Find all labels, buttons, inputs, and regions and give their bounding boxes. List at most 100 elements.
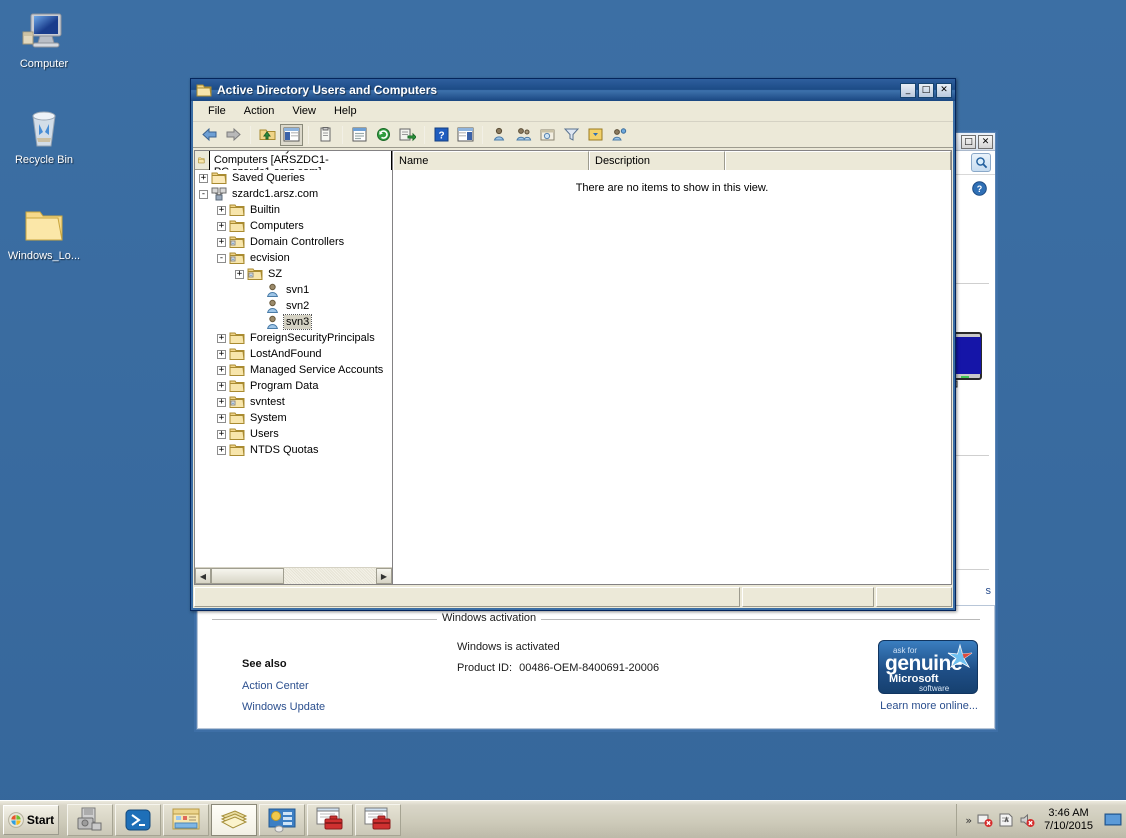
clock-time: 3:46 AM	[1048, 807, 1089, 819]
expand-icon[interactable]: +	[235, 269, 244, 279]
tree-node-saved-queries[interactable]: + Saved Queries	[195, 170, 392, 186]
tree-node-svn3[interactable]: svn3	[195, 314, 392, 330]
show-hide-console-tree-icon[interactable]	[280, 123, 303, 146]
active-directory-window[interactable]: Active Directory Users and Computers _ □…	[190, 78, 956, 611]
link-action-center[interactable]: Action Center	[242, 680, 309, 692]
show-hide-action-pane-icon[interactable]	[454, 124, 477, 146]
scroll-track[interactable]	[211, 568, 376, 584]
minimize-button[interactable]: _	[900, 82, 916, 98]
filter-icon[interactable]	[560, 124, 583, 146]
task-server-manager[interactable]	[67, 803, 113, 836]
tree-node-label: Saved Queries	[232, 172, 305, 184]
tree-node-svn2[interactable]: svn2	[195, 298, 392, 314]
tree-node-szardc1-arsz-com[interactable]: - szardc1.arsz.com	[195, 186, 392, 202]
root-folder-icon	[198, 157, 205, 163]
link-learn-more-online[interactable]: Learn more online...	[880, 700, 978, 712]
tree-node-lostandfound[interactable]: + LostAndFound	[195, 346, 392, 362]
background-close-button[interactable]: ✕	[978, 134, 993, 149]
scroll-right-arrow[interactable]: ▶	[376, 568, 392, 584]
task-control-panel-system[interactable]	[259, 803, 305, 836]
desktop-icon-computer[interactable]: Computer	[2, 8, 86, 71]
background-maximize-button[interactable]: □	[961, 134, 976, 149]
clock[interactable]: 3:46 AM 7/10/2015	[1040, 807, 1097, 833]
expand-icon[interactable]: +	[217, 381, 226, 391]
scroll-thumb[interactable]	[211, 568, 284, 584]
refresh-icon[interactable]	[372, 124, 395, 146]
tree-node-ntds-quotas[interactable]: + NTDS Quotas	[195, 442, 392, 458]
show-desktop-button[interactable]	[1104, 809, 1122, 831]
tree-node-users[interactable]: + Users	[195, 426, 392, 442]
new-user-icon[interactable]	[512, 124, 535, 146]
folder-icon	[229, 443, 245, 457]
task-admin-tools-1[interactable]	[307, 803, 353, 836]
tray-overflow-chevron[interactable]: »	[965, 814, 972, 827]
task-windows-explorer[interactable]	[163, 803, 209, 836]
control-panel-icon	[268, 808, 296, 832]
help-icon[interactable]: ?	[972, 180, 987, 196]
tree-node-system[interactable]: + System	[195, 410, 392, 426]
maximize-button[interactable]: □	[918, 82, 934, 98]
column-header-extra[interactable]	[725, 151, 951, 170]
close-button[interactable]: ✕	[936, 82, 952, 98]
new-contact-icon[interactable]	[584, 124, 607, 146]
collapse-icon[interactable]: -	[217, 253, 226, 263]
collapse-icon[interactable]: -	[199, 189, 208, 199]
properties-icon[interactable]	[348, 124, 371, 146]
tree-node-svntest[interactable]: + svntest	[195, 394, 392, 410]
expand-icon[interactable]: +	[217, 429, 226, 439]
find-user-icon[interactable]	[488, 124, 511, 146]
expand-icon[interactable]: +	[217, 237, 226, 247]
tree-node-sz[interactable]: + SZ	[195, 266, 392, 282]
forward-icon[interactable]	[222, 124, 245, 146]
console-tree-pane[interactable]: Active Directory Users and Computers [AR…	[194, 150, 392, 585]
tree-node-svn1[interactable]: svn1	[195, 282, 392, 298]
export-list-icon[interactable]	[396, 124, 419, 146]
expand-icon[interactable]: +	[199, 173, 208, 183]
tree-node-managed-service-accounts[interactable]: + Managed Service Accounts	[195, 362, 392, 378]
menu-help[interactable]: Help	[325, 103, 366, 119]
expand-icon[interactable]: +	[217, 445, 226, 455]
tree-node-computers[interactable]: + Computers	[195, 218, 392, 234]
tree-node-program-data[interactable]: + Program Data	[195, 378, 392, 394]
column-header-name[interactable]: Name	[393, 151, 589, 170]
tree-horizontal-scrollbar[interactable]: ◀ ▶	[195, 567, 392, 584]
action-center-icon[interactable]	[998, 812, 1014, 828]
tree-node-foreignsecurityprincipals[interactable]: + ForeignSecurityPrincipals	[195, 330, 392, 346]
menu-view[interactable]: View	[283, 103, 325, 119]
expand-icon[interactable]: +	[217, 397, 226, 407]
expand-icon[interactable]: +	[217, 333, 226, 343]
task-windows-powershell[interactable]	[115, 803, 161, 836]
tree-node-builtin[interactable]: + Builtin	[195, 202, 392, 218]
scroll-left-arrow[interactable]: ◀	[195, 568, 211, 584]
desktop-icon-recycle-bin[interactable]: Recycle Bin	[2, 104, 86, 167]
task-admin-tools-2[interactable]	[355, 803, 401, 836]
expand-icon[interactable]: +	[217, 349, 226, 359]
menu-file[interactable]: File	[199, 103, 235, 119]
desktop-icon-windows-lo[interactable]: Windows_Lo...	[2, 200, 86, 263]
network-error-icon[interactable]	[977, 812, 993, 828]
new-group-icon[interactable]	[536, 124, 559, 146]
expand-icon[interactable]: +	[217, 205, 226, 215]
link-windows-update[interactable]: Windows Update	[242, 701, 325, 713]
help-icon[interactable]: ?	[430, 124, 453, 146]
volume-muted-icon[interactable]	[1019, 812, 1035, 828]
tree-node-ecvision[interactable]: - ecvision	[195, 250, 392, 266]
search-icon[interactable]	[971, 153, 991, 172]
expand-icon[interactable]: +	[217, 413, 226, 423]
start-button[interactable]: Start	[3, 804, 59, 835]
details-list-pane[interactable]: Name Description There are no items to s…	[392, 150, 952, 585]
folder-icon	[229, 347, 245, 361]
tree-node-domain-controllers[interactable]: + Domain Controllers	[195, 234, 392, 250]
column-header-description[interactable]: Description	[589, 151, 725, 170]
delegate-control-icon[interactable]	[608, 124, 631, 146]
up-one-level-icon[interactable]	[256, 124, 279, 146]
copy-icon[interactable]	[314, 124, 337, 146]
back-icon[interactable]	[198, 124, 221, 146]
folder-icon	[229, 427, 245, 441]
menu-action[interactable]: Action	[235, 103, 284, 119]
task-active-directory-users-and-computers[interactable]	[211, 803, 257, 836]
user-icon	[265, 315, 281, 329]
expand-icon[interactable]: +	[217, 365, 226, 375]
mmc-titlebar[interactable]: Active Directory Users and Computers _ □…	[191, 79, 955, 101]
expand-icon[interactable]: +	[217, 221, 226, 231]
